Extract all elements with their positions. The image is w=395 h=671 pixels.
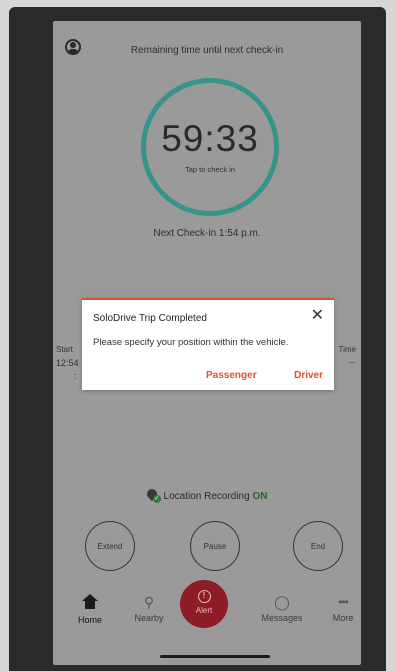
trip-completed-dialog: SoloDrive Trip Completed ✕ Please specif… [82, 298, 334, 390]
tab-nearby[interactable]: ⚲ Nearby [119, 581, 179, 623]
time-label: Time [338, 345, 356, 354]
time-value: -- [349, 357, 355, 367]
home-icon [82, 594, 98, 610]
dialog-title: SoloDrive Trip Completed [93, 313, 207, 324]
location-recording-status: ✓ Location Recording ON [53, 486, 361, 503]
start-value: 12:54 [56, 358, 79, 368]
tab-messages-label: Messages [261, 613, 303, 623]
location-check-icon: ✓ [144, 486, 161, 503]
end-button[interactable]: End [293, 521, 343, 571]
location-recording-label: Location Recording [163, 491, 250, 502]
location-status-on: ON [252, 491, 268, 502]
chat-bubble-icon: ◯ [274, 594, 290, 610]
tab-more[interactable]: ••• More [313, 581, 361, 623]
dialog-message: Please specify your position within the … [93, 337, 289, 348]
tab-messages[interactable]: ◯ Messages [252, 581, 312, 623]
tab-home-label: Home [77, 615, 102, 625]
extend-button[interactable]: Extend [85, 521, 135, 571]
alert-icon: ! [197, 590, 211, 603]
home-indicator [160, 655, 270, 658]
tab-nearby-label: Nearby [134, 613, 164, 623]
remaining-time-label: Remaining time until next check-in [130, 45, 284, 56]
countdown-timer: 59:33 [161, 118, 259, 159]
next-checkin-label: Next Check-in 1:54 p.m. [153, 228, 261, 239]
pause-button[interactable]: Pause [190, 521, 240, 571]
driver-button[interactable]: Driver [294, 370, 323, 381]
tab-home[interactable]: Home [60, 581, 120, 625]
start-label: Start [56, 345, 73, 354]
more-dots-icon: ••• [338, 595, 349, 609]
close-icon[interactable]: ✕ [311, 307, 324, 325]
bottom-tab-bar: Home ⚲ Nearby ! Alert ◯ Messages ••• Mor… [53, 580, 361, 643]
nearby-pin-icon: ⚲ [143, 594, 155, 610]
tab-more-label: More [332, 613, 354, 623]
alert-label: Alert [195, 606, 213, 615]
tap-hint: Tap to check in [184, 165, 236, 174]
alert-button[interactable]: ! Alert [180, 580, 228, 628]
start-value-line2: : [74, 371, 77, 381]
passenger-button[interactable]: Passenger [206, 370, 257, 381]
checkin-timer-button[interactable]: 59:33 Tap to check in [141, 78, 279, 216]
